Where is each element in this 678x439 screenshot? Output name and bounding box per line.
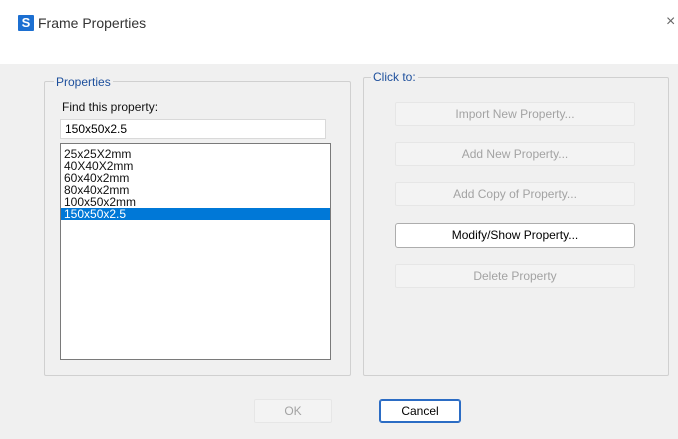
app-icon: S (18, 15, 34, 31)
add-new-property-button[interactable]: Add New Property... (395, 142, 635, 166)
cancel-button[interactable]: Cancel (379, 399, 461, 423)
find-property-label: Find this property: (62, 100, 159, 114)
import-new-property-button[interactable]: Import New Property... (395, 102, 635, 126)
close-icon[interactable]: × (666, 12, 675, 32)
property-list-item[interactable]: 150x50x2.5 (61, 208, 330, 220)
delete-property-button[interactable]: Delete Property (395, 264, 635, 288)
find-property-input[interactable] (60, 119, 326, 139)
ok-button[interactable]: OK (254, 399, 332, 423)
window-title: Frame Properties (38, 15, 147, 31)
add-copy-of-property-button[interactable]: Add Copy of Property... (395, 182, 635, 206)
properties-legend: Properties (54, 75, 113, 89)
window-edge (673, 64, 678, 439)
modify-show-property-button[interactable]: Modify/Show Property... (395, 223, 635, 248)
click-to-legend: Click to: (371, 70, 418, 84)
property-listbox[interactable]: 25x25X2mm 40X40X2mm 60x40x2mm 80x40x2mm 100x… (60, 143, 331, 360)
title-bar: S Frame Properties × (0, 0, 678, 64)
